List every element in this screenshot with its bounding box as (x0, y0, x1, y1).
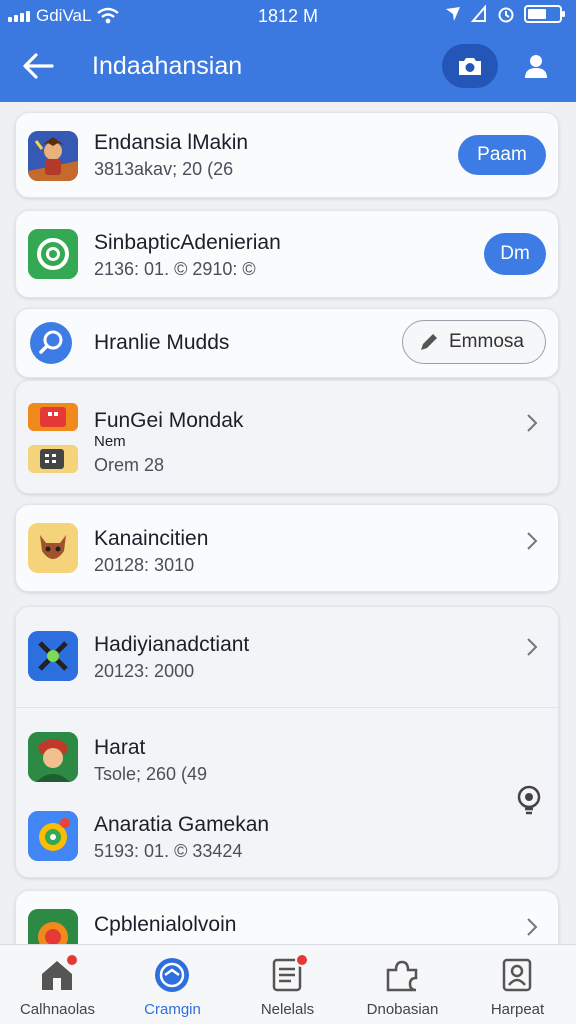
tab-label: Dnobasian (366, 1001, 439, 1018)
list-item[interactable]: Kanaincitien 20128: 3010 (15, 504, 559, 592)
item-title: Anaratia Gamekan (94, 813, 270, 836)
item-subtitle: 3813akav; 20 (26 (94, 159, 234, 179)
item-action-button[interactable]: Dm (484, 233, 546, 275)
list-item[interactable]: Endansia lMakin 3813akav; 20 (26 Paam (15, 112, 559, 198)
chevron-right-icon (522, 635, 542, 659)
colorful-target-icon (28, 811, 78, 861)
tab-label: Nelelals (260, 1001, 315, 1018)
location-icon (446, 7, 460, 21)
camera-icon (459, 58, 481, 75)
item-subtitle: 2136: 01. © 2910: © (94, 259, 256, 279)
calculator-icon (28, 445, 78, 473)
list-group: Hadiyianadctiant 20123: 2000 Harat Tsole… (15, 606, 560, 879)
item-action-label: Emmosa (449, 331, 524, 352)
item-title: Harat (94, 736, 146, 759)
notification-badge (65, 953, 79, 967)
app-header: GdiVaL 1812 M Indaahansian (0, 0, 576, 102)
item-action-button[interactable]: Emmosa (402, 320, 546, 364)
chevron-right-icon (522, 529, 542, 553)
tab-home[interactable]: Calhnaolas (0, 945, 115, 1024)
profile-card-icon (497, 955, 537, 995)
status-bar: GdiVaL 1812 M (0, 0, 576, 34)
item-title: Hranlie Mudds (94, 331, 230, 354)
character-portrait-icon (28, 732, 78, 782)
tab-label: Calhnaolas (19, 1001, 96, 1018)
item-title: SinbapticAdenierian (94, 231, 281, 254)
stacked-apps-icon (28, 403, 78, 431)
network-icon (470, 5, 486, 22)
game-hero-icon (28, 131, 78, 181)
crossed-tools-icon (28, 631, 78, 681)
chevron-right-icon (522, 915, 542, 939)
list-item[interactable]: Anaratia Gamekan 5193: 01. © 33424 (16, 797, 560, 879)
notification-badge (295, 953, 309, 967)
list-item[interactable]: SinbapticAdenierian 2136: 01. © 2910: © … (15, 210, 559, 298)
tab-compass[interactable]: Cramgin (115, 945, 230, 1024)
item-title: Hadiyianadctiant (94, 633, 250, 656)
search-icon (30, 322, 72, 364)
item-subtitle: Orem 28 (94, 455, 165, 475)
item-title: Kanaincitien (94, 527, 209, 550)
item-subtitle: Tsole; 260 (49 (94, 764, 208, 784)
status-right (444, 5, 565, 23)
compass-icon (152, 955, 192, 995)
tab-puzzle[interactable]: Dnobasian (345, 945, 460, 1024)
tab-list[interactable]: Nelelals (230, 945, 345, 1024)
item-subtitle: 20123: 2000 (94, 661, 195, 681)
item-title: FunGei Mondak (94, 409, 244, 432)
item-title: Cpblenialolvoin (94, 913, 237, 936)
item-subtitle: 20128: 3010 (94, 555, 195, 575)
nav-bar: Indaahansian (0, 36, 576, 96)
user-icon (525, 55, 547, 78)
puzzle-icon (382, 955, 422, 995)
page-title: Indaahansian (92, 52, 243, 80)
profile-button[interactable] (516, 48, 556, 84)
camera-button[interactable] (442, 44, 498, 88)
item-action-button[interactable]: Paam (458, 135, 546, 175)
list-item[interactable]: Harat Tsole; 260 (49 (16, 708, 560, 815)
list-icon (267, 953, 309, 995)
pencil-icon (421, 334, 437, 350)
tab-profile[interactable]: Harpeat (460, 945, 575, 1024)
bottom-tab-bar: Calhnaolas Cramgin Nelelals Dnobasian Ha… (0, 944, 576, 1024)
item-subtitle-top: Nem (94, 433, 126, 450)
list-item[interactable]: FunGei Mondak Nem Orem 28 (15, 380, 559, 494)
back-button[interactable] (18, 48, 58, 84)
chevron-right-icon (522, 411, 542, 435)
battery-icon (524, 5, 565, 23)
target-ring-icon (28, 229, 78, 279)
item-subtitle: 5193: 01. © 33424 (94, 841, 243, 861)
home-icon (37, 953, 79, 995)
item-title: Endansia lMakin (94, 131, 249, 154)
tab-label: Harpeat (490, 1001, 545, 1018)
list-item[interactable]: Hranlie Mudds Emmosa (15, 308, 559, 378)
list-item[interactable]: Hadiyianadctiant 20123: 2000 (16, 607, 560, 707)
creature-icon (28, 523, 78, 573)
arrow-left-icon (23, 53, 54, 79)
alarm-icon (498, 7, 514, 23)
tab-label: Cramgin (144, 1001, 201, 1018)
